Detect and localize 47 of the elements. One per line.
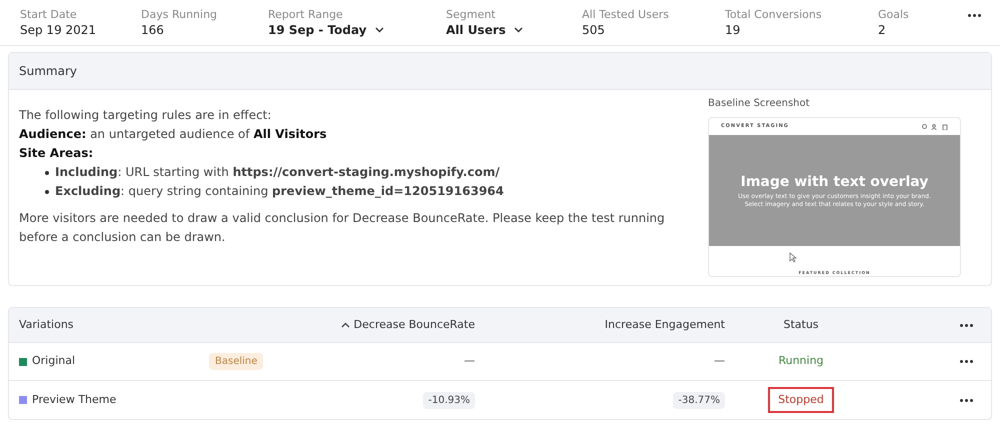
caret-icon — [374, 27, 384, 33]
more-options-button[interactable] — [960, 360, 973, 363]
stat-value: 505 — [582, 22, 605, 38]
metric-value: — — [464, 353, 475, 370]
metric-value: -10.93% — [423, 392, 475, 408]
column-header: Decrease BounceRate — [354, 316, 475, 333]
metric-value: — — [714, 353, 725, 370]
stat-dropdown[interactable]: All Users — [446, 22, 523, 38]
stat-label: Report Range — [268, 8, 343, 22]
stat-label: All Tested Users — [582, 8, 669, 22]
stat-label: Segment — [446, 8, 496, 22]
more-options-button[interactable] — [960, 398, 973, 402]
stat-label: Start Date — [20, 8, 77, 22]
bullet-icon — [45, 190, 49, 194]
column-header: Variations — [19, 316, 74, 333]
rule-text: Including: URL starting with https://convert-staging.myshopify.com/ — [55, 164, 500, 181]
rule-text: Excluding: query string containing preview_theme_id=120519163964 — [55, 183, 504, 200]
cursor-icon — [789, 252, 797, 263]
stat-value: 2 — [878, 22, 886, 38]
metric-value: -38.77% — [673, 392, 725, 408]
more-options-button[interactable] — [960, 324, 973, 326]
status-text: Running — [777, 353, 825, 370]
sort-ascending-icon[interactable] — [340, 322, 350, 328]
stat-label: Total Conversions — [725, 8, 822, 22]
stat-value: 19 — [725, 22, 740, 38]
caret-icon — [514, 27, 523, 33]
variation-name: Original — [32, 353, 76, 370]
status-text: Stopped — [768, 386, 834, 414]
stat-dropdown[interactable]: 19 Sep - Today — [268, 22, 384, 38]
site-areas-heading: Site Areas: — [19, 145, 94, 162]
panel-title: Summary — [19, 63, 77, 80]
variation-name: Preview Theme — [32, 392, 116, 408]
conclusion-note: More visitors are needed to draw a valid conclusion for Decrease BounceRate. Please keep the test running before a conclusion can be drawn. — [19, 210, 666, 246]
intro-text: The following targeting rules are in effect: — [19, 107, 272, 124]
stat-label: Goals — [878, 8, 909, 22]
more-options-button[interactable] — [968, 14, 981, 17]
audience-text: Audience: an untargeted audience of All Visitors — [19, 126, 328, 143]
column-header: Increase Engagement — [604, 316, 725, 333]
stat-value: Sep 19 2021 — [20, 22, 96, 38]
bullet-icon — [45, 170, 49, 174]
column-header: Status — [783, 316, 819, 333]
hero-headline: Image with text overlay — [740, 173, 928, 192]
stat-value: 166 — [141, 22, 164, 38]
header-icons-drawing — [922, 124, 948, 130]
stat-label: Days Running — [141, 8, 218, 22]
screenshot-label: Baseline Screenshot — [708, 97, 810, 111]
baseline-badge: Baseline — [209, 353, 264, 370]
